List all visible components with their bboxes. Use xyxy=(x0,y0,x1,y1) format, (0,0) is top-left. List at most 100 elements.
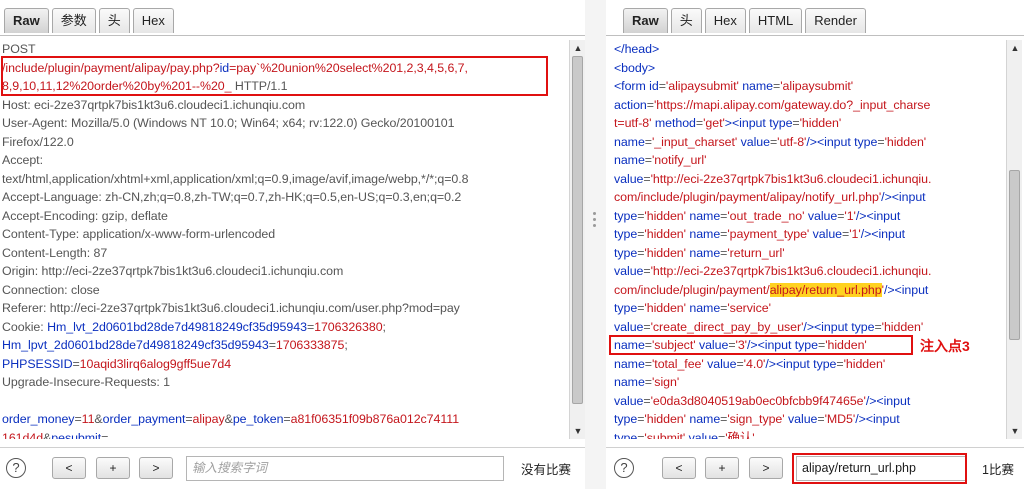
request-token: & xyxy=(224,412,233,426)
next-button[interactable]: > xyxy=(749,457,783,479)
request-line: Upgrade-Insecure-Requests: 1 xyxy=(2,373,567,392)
response-token: = xyxy=(644,134,652,149)
response-token: = xyxy=(643,393,651,408)
scroll-up-icon[interactable]: ▲ xyxy=(1007,41,1023,55)
request-token: a81f06351f09b876a012c74111 xyxy=(290,412,460,426)
request-token: order_payment xyxy=(102,412,186,426)
search-input[interactable]: 输入搜索字词 xyxy=(186,456,504,481)
tab-headers[interactable]: 头 xyxy=(670,8,702,33)
response-token: /><input xyxy=(855,412,900,426)
response-token: name xyxy=(689,208,721,223)
response-token: t=utf-8' xyxy=(614,116,652,130)
request-token: 1706333875 xyxy=(275,338,345,352)
request-line: Accept: xyxy=(2,151,567,170)
response-token: 'hidden' xyxy=(644,245,686,260)
help-icon[interactable]: ? xyxy=(6,458,26,478)
add-button[interactable]: + xyxy=(705,457,739,479)
tab-hex[interactable]: Hex xyxy=(704,8,746,33)
response-token: 'hidden' xyxy=(644,412,686,426)
response-token: /><input xyxy=(803,319,852,334)
request-token: 11 xyxy=(81,412,95,426)
scroll-down-icon[interactable]: ▼ xyxy=(570,424,586,438)
help-icon[interactable]: ? xyxy=(614,458,634,478)
response-line: name='_input_charset' value='utf-8'/><in… xyxy=(614,133,1004,152)
request-token: 161d4d xyxy=(2,430,44,440)
response-token: /><input xyxy=(860,227,906,241)
response-pane: Raw 头 Hex HTML Render </head> <body> <form… xyxy=(606,0,1024,489)
response-token: 'hidden' xyxy=(884,134,927,149)
response-token: /><input xyxy=(855,208,901,223)
request-token: Content-Length: 87 xyxy=(2,245,108,260)
request-line: Connection: close xyxy=(2,281,567,300)
response-token: /><input xyxy=(881,190,926,204)
response-token: type xyxy=(614,301,638,315)
response-token: 'alipaysubmit' xyxy=(780,79,854,93)
response-editor[interactable]: </head> <body> <form id='alipaysubmit' nam… xyxy=(614,40,1004,439)
request-token: Hm_lpvt_2d0601bd28de7d49818249cf35d95943 xyxy=(2,338,269,352)
request-token: 10aqid3lirq6alog9gff5ue7d4 xyxy=(79,356,232,371)
response-token: = xyxy=(792,116,800,130)
tab-render[interactable]: Render xyxy=(805,8,866,33)
scroll-thumb[interactable] xyxy=(1009,170,1020,340)
response-token: type xyxy=(614,245,638,260)
request-token: PHPSESSID xyxy=(2,356,73,371)
response-token: type xyxy=(614,227,638,241)
response-line: com/include/plugin/payment/alipay/notify… xyxy=(614,188,1004,207)
pane-splitter[interactable] xyxy=(585,0,606,489)
request-tab-bar: Raw 参数 头 Hex xyxy=(0,0,585,36)
response-scrollbar[interactable]: ▲ ▼ xyxy=(1006,40,1022,439)
response-token: 'e0da3d8040519ab0ec0bfcbb9f47465e' xyxy=(650,393,866,408)
response-token: type xyxy=(614,430,638,440)
response-token: = xyxy=(658,79,666,93)
response-line: type='submit' value='确认' xyxy=(614,429,1004,440)
response-token: = xyxy=(644,356,652,371)
tab-raw[interactable]: Raw xyxy=(4,8,49,33)
splitter-grip-dot xyxy=(593,212,596,215)
add-button[interactable]: + xyxy=(96,457,130,479)
tab-headers[interactable]: 头 xyxy=(98,8,130,33)
prev-button[interactable]: < xyxy=(52,457,86,479)
response-line: type='hidden' name='service' xyxy=(614,299,1004,318)
response-token: name xyxy=(614,375,645,389)
request-editor[interactable]: POST/include/plugin/payment/alipay/pay.p… xyxy=(2,40,567,439)
tab-html[interactable]: HTML xyxy=(748,8,803,33)
search-match-highlight: alipay/return_url.php xyxy=(769,282,882,297)
response-token: 'alipaysubmit' xyxy=(665,79,739,93)
response-token: value xyxy=(788,412,818,426)
tab-params[interactable]: 参数 xyxy=(51,8,96,33)
response-line: value='e0da3d8040519ab0ec0bfcbb9f47465e'… xyxy=(614,392,1004,411)
response-token: <body> xyxy=(614,60,656,75)
scroll-thumb[interactable] xyxy=(572,56,583,404)
response-token: 'http://eci-2ze37qrtpk7bis1kt3u6.cloudec… xyxy=(650,171,932,186)
request-scrollbar[interactable]: ▲ ▼ xyxy=(569,40,585,439)
scroll-up-icon[interactable]: ▲ xyxy=(570,41,586,55)
response-token: type xyxy=(854,134,878,149)
request-token: Accept: xyxy=(2,153,43,167)
tab-raw[interactable]: Raw xyxy=(623,8,668,33)
response-token: 'service' xyxy=(727,301,771,315)
next-button[interactable]: > xyxy=(139,457,173,479)
scroll-down-icon[interactable]: ▼ xyxy=(1007,424,1023,438)
response-token: 'notify_url' xyxy=(651,153,707,167)
response-token: ><input xyxy=(724,116,770,130)
response-token: '确认' xyxy=(725,430,755,440)
splitter-grip-dot xyxy=(593,218,596,221)
response-token: 'get' xyxy=(703,116,725,130)
request-line: order_money=11&order_payment=alipay&pe_t… xyxy=(2,410,567,429)
response-token: '4.0' xyxy=(743,356,766,371)
response-token: = xyxy=(877,134,885,149)
response-token: 'http://eci-2ze37qrtpk7bis1kt3u6.cloudec… xyxy=(650,264,932,278)
prev-button[interactable]: < xyxy=(662,457,696,479)
response-token: method xyxy=(654,116,696,130)
request-line: Hm_lpvt_2d0601bd28de7d49818249cf35d95943… xyxy=(2,336,567,355)
splitter-grip-dot xyxy=(593,224,596,227)
response-line: type='hidden' name='return_url' xyxy=(614,244,1004,263)
tab-hex[interactable]: Hex xyxy=(132,8,174,33)
request-line: Cookie: Hm_lvt_2d0601bd28de7d49818249cf3… xyxy=(2,318,567,337)
response-token: value xyxy=(614,319,644,334)
response-token: com/include/plugin/payment/ xyxy=(614,282,770,297)
request-line: Accept-Language: zh-CN,zh;q=0.8,zh-TW;q=… xyxy=(2,188,567,207)
response-token: name xyxy=(742,79,774,93)
request-token: Connection: close xyxy=(2,282,100,297)
request-token: ; xyxy=(344,338,348,352)
